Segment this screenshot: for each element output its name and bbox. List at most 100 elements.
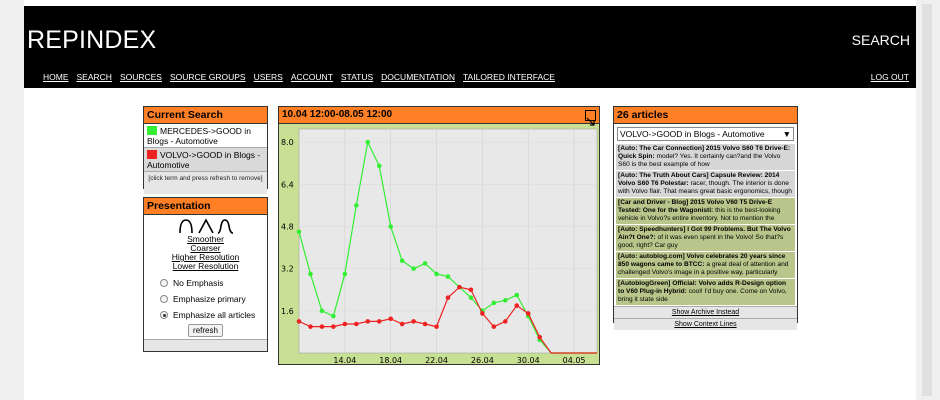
nav-account[interactable]: ACCOUNT: [291, 72, 333, 82]
series-point: [411, 266, 416, 271]
search-term-label: VOLVO->GOOD in Blogs - Automotive: [147, 150, 261, 170]
article-item[interactable]: [Auto: Speedhunters] I Got 99 Problems. …: [616, 225, 795, 252]
timeline-chart[interactable]: 1.6 3.2 4.8 6.4 8.0 14.04 18.04 22.04 26.04 30.04…: [279, 125, 599, 365]
nav-home[interactable]: HOME: [43, 72, 69, 82]
series-point: [354, 203, 359, 208]
x-tick-label: 18.04: [379, 356, 402, 365]
nav-sources[interactable]: SOURCES: [120, 72, 162, 82]
logout-link[interactable]: LOG OUT: [871, 72, 909, 82]
article-item[interactable]: [Auto: The Truth About Cars] Capsule Rev…: [616, 171, 795, 198]
series-point: [296, 319, 302, 324]
nav-documentation[interactable]: DOCUMENTATION: [381, 72, 455, 82]
series-point: [457, 284, 462, 290]
presentation-footer: [144, 339, 267, 351]
presentation-title: Presentation: [144, 198, 267, 215]
radio-button[interactable]: [160, 295, 168, 303]
articles-panel: 26 articles VOLVO->GOOD in Blogs - Autom…: [613, 106, 798, 330]
scrollbar-thumb[interactable]: [922, 4, 932, 396]
series-point: [411, 319, 416, 324]
presentation-panel: Presentation Smoother Coarser Higher Res…: [143, 197, 268, 352]
nav-tailored-interface[interactable]: TAILORED INTERFACE: [463, 72, 555, 82]
vertical-scrollbar[interactable]: [916, 0, 940, 400]
search-term-item[interactable]: VOLVO->GOOD in Blogs - Automotive: [144, 148, 267, 172]
article-item[interactable]: [Auto: autoblog.com] Volvo celebrates 20…: [616, 252, 795, 279]
radio-label: Emphasize all articles: [173, 310, 256, 320]
radio-emphasize-primary[interactable]: Emphasize primary: [144, 291, 267, 307]
current-search-title: Current Search: [144, 107, 267, 124]
y-tick-label: 3.2: [281, 265, 294, 274]
show-context-link[interactable]: Show Context Lines: [614, 318, 797, 330]
x-tick-label: 26.04: [471, 356, 494, 365]
radio-button[interactable]: [160, 279, 168, 287]
plot-area: [298, 128, 598, 354]
term-color-swatch: [147, 126, 157, 135]
series-point: [319, 308, 325, 314]
series-point: [434, 271, 439, 277]
term-select-value: VOLVO->GOOD in Blogs - Automotive: [620, 129, 765, 139]
series-point: [399, 258, 405, 264]
nav-users[interactable]: USERS: [254, 72, 283, 82]
nav-search[interactable]: SEARCH: [77, 72, 112, 82]
article-list: [Auto: The Car Connection] 2015 Volvo S6…: [616, 144, 795, 306]
search-term-item[interactable]: MERCEDES->GOOD in Blogs - Automotive: [144, 124, 267, 148]
series-point: [422, 261, 428, 266]
curve-shape-icons: [144, 215, 267, 235]
remove-hint: [click term and press refresh to remove]: [144, 172, 267, 194]
series-point: [331, 313, 336, 319]
series-point: [491, 324, 497, 329]
refresh-button[interactable]: refresh: [188, 324, 223, 337]
series-point: [388, 224, 393, 229]
chart-title: 10.04 12:00-08.05 12:00: [279, 107, 599, 124]
y-tick-label: 1.6: [281, 307, 294, 316]
nav-status[interactable]: STATUS: [341, 72, 373, 82]
radio-label: Emphasize primary: [173, 294, 246, 304]
radio-button-selected[interactable]: [160, 311, 168, 319]
term-color-swatch: [147, 150, 157, 159]
series-point: [342, 321, 348, 327]
article-item[interactable]: [Car and Driver - Blog] 2015 Volvo V60 T…: [616, 198, 795, 225]
series-point: [445, 274, 451, 279]
radio-emphasize-all[interactable]: Emphasize all articles: [144, 307, 267, 323]
article-item[interactable]: [AutoblogGreen] Official: Volvo adds R-D…: [616, 279, 795, 306]
series-point: [503, 297, 508, 303]
chart-panel: 10.04 12:00-08.05 12:00 1.6 3.2 4.8 6.4 8.0 1…: [278, 106, 600, 365]
series-point: [514, 292, 520, 298]
series-point: [376, 319, 382, 324]
articles-title: 26 articles: [614, 107, 797, 124]
series-point: [468, 295, 474, 300]
series-point: [525, 311, 531, 316]
series-point: [480, 311, 485, 316]
series-point: [537, 334, 542, 340]
main-nav: HOME SEARCH SOURCES SOURCE GROUPS USERS …: [43, 72, 555, 82]
series-point: [376, 163, 382, 169]
series-point: [296, 229, 302, 235]
current-search-panel: Current Search MERCEDES->GOOD in Blogs -…: [143, 106, 268, 194]
x-tick-label: 04.05: [563, 356, 586, 365]
header-search-link[interactable]: SEARCH: [852, 32, 910, 48]
page-container: REPINDEX SEARCH HOME SEARCH SOURCES SOUR…: [24, 0, 916, 400]
y-tick-label: 4.8: [281, 223, 294, 232]
series-point: [365, 319, 371, 324]
lower-resolution-link[interactable]: Lower Resolution: [144, 262, 267, 271]
series-point: [354, 321, 359, 327]
nav-source-groups[interactable]: SOURCE GROUPS: [170, 72, 246, 82]
series-point: [388, 316, 393, 322]
x-tick-label: 30.04: [517, 356, 540, 365]
series-point: [319, 324, 325, 329]
series-point: [342, 271, 348, 277]
expand-icon[interactable]: [585, 110, 596, 126]
y-tick-label: 6.4: [281, 180, 294, 189]
radio-no-emphasis[interactable]: No Emphasis: [144, 275, 267, 291]
series-point: [503, 319, 508, 324]
series-point: [308, 271, 313, 277]
article-item[interactable]: [Auto: The Car Connection] 2015 Volvo S6…: [616, 144, 795, 171]
x-tick-label: 14.04: [333, 356, 356, 365]
curve-shapes-icon[interactable]: [176, 218, 236, 234]
show-archive-link[interactable]: Show Archive Instead: [614, 306, 797, 318]
header-bar: REPINDEX SEARCH HOME SEARCH SOURCES SOUR…: [24, 6, 916, 88]
brand-logo[interactable]: REPINDEX: [27, 26, 156, 55]
series-point: [308, 324, 313, 329]
series-point: [514, 303, 520, 308]
x-tick-label: 22.04: [425, 356, 448, 365]
term-select[interactable]: VOLVO->GOOD in Blogs - Automotive ▼: [617, 127, 794, 141]
